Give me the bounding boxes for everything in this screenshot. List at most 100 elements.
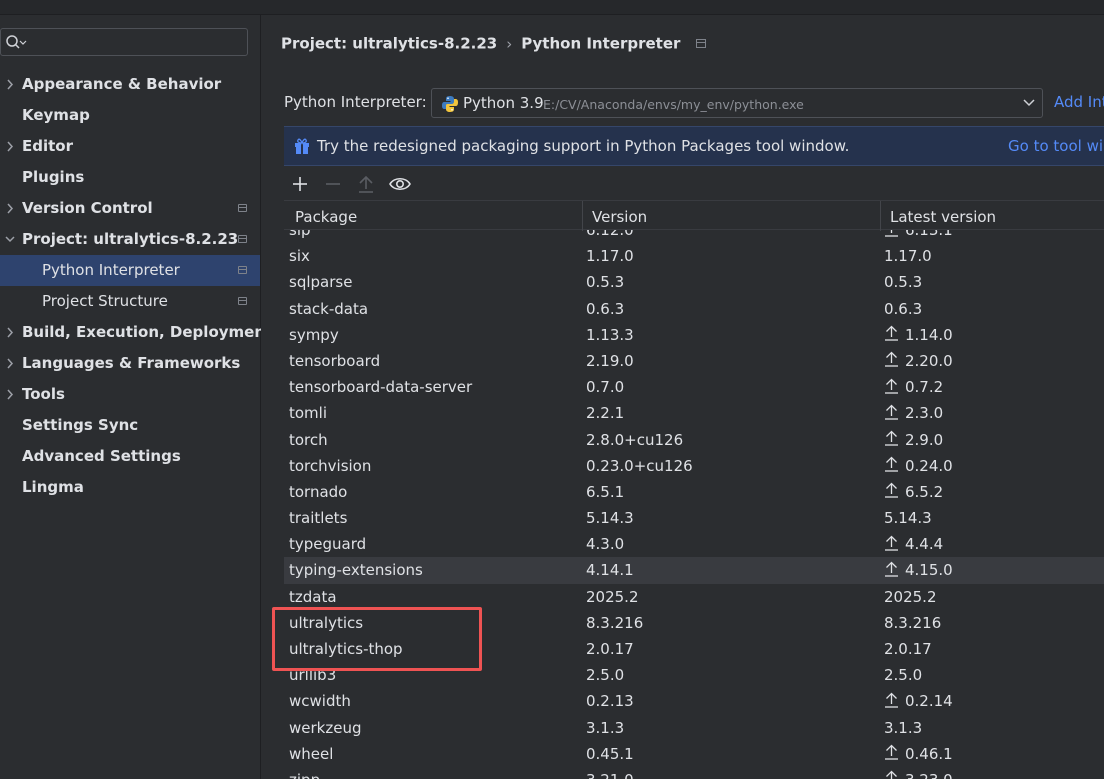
sidebar-item-label: Languages & Frameworks — [22, 354, 241, 372]
package-latest-version: 4.4.4 — [884, 531, 943, 557]
remove-package-icon[interactable] — [323, 174, 343, 194]
package-name: sympy — [289, 325, 339, 344]
sidebar-item-label: Project: ultralytics-8.2.23 — [22, 230, 239, 248]
package-version: 0.6.3 — [586, 299, 625, 318]
latest-version-text: 6.5.2 — [905, 482, 944, 501]
latest-version-text: 1.17.0 — [884, 247, 932, 266]
upgrade-package-icon[interactable] — [356, 174, 376, 194]
column-divider — [582, 201, 583, 231]
latest-version-text: 2.3.0 — [905, 404, 944, 423]
sidebar-item[interactable]: Python Interpreter — [0, 255, 260, 286]
sidebar-item-label: Version Control — [22, 199, 153, 217]
latest-version-text: 3.1.3 — [884, 718, 923, 737]
sidebar-item[interactable]: Lingma — [0, 472, 260, 503]
package-latest-version: 0.46.1 — [884, 741, 953, 767]
latest-version-text: 2.0.17 — [884, 640, 932, 658]
packages-table: Package Version Latest version sip 6.12.0… — [284, 200, 1104, 779]
column-header-latest-version[interactable]: Latest version — [890, 208, 996, 226]
column-header-version[interactable]: Version — [592, 208, 647, 226]
sidebar-item-label: Python Interpreter — [42, 261, 180, 279]
latest-version-text: 1.14.0 — [905, 325, 953, 344]
breadcrumb-project[interactable]: Project: ultralytics-8.2.23 — [281, 35, 497, 53]
sidebar-item[interactable]: Version Control — [0, 193, 260, 224]
package-name: wheel — [289, 744, 334, 763]
upgrade-available-icon — [885, 352, 898, 368]
table-row[interactable]: tensorboard-data-server 0.7.0 0.7.2 — [284, 374, 1104, 400]
sidebar-item[interactable]: Plugins — [0, 162, 260, 193]
latest-version-text: 2.20.0 — [905, 351, 953, 370]
package-name: typeguard — [289, 535, 367, 554]
package-latest-version: 2.20.0 — [884, 348, 953, 374]
table-row[interactable]: werkzeug 3.1.3 3.1.3 — [284, 715, 1104, 741]
breadcrumb-page: Python Interpreter — [521, 34, 681, 53]
sidebar-item[interactable]: Languages & Frameworks — [0, 348, 260, 379]
sidebar-item[interactable]: Tools — [0, 379, 260, 410]
latest-version-text: 4.4.4 — [905, 535, 944, 554]
table-row[interactable]: torch 2.8.0+cu126 2.9.0 — [284, 427, 1104, 453]
sidebar-item[interactable]: Keymap — [0, 100, 260, 131]
sidebar-item[interactable]: Editor — [0, 131, 260, 162]
package-version: 4.3.0 — [586, 535, 625, 554]
upgrade-available-icon — [885, 482, 898, 499]
table-row[interactable]: zipp 3.21.0 3.23.0 — [284, 767, 1104, 779]
package-latest-version: 6.5.2 — [884, 479, 943, 505]
sidebar-item[interactable]: Appearance & Behavior — [0, 69, 260, 100]
sidebar-item[interactable]: Advanced Settings — [0, 441, 260, 472]
sidebar-item[interactable]: Settings Sync — [0, 410, 260, 441]
table-row[interactable]: tensorboard 2.19.0 2.20.0 — [284, 348, 1104, 374]
package-latest-version: 0.6.3 — [884, 296, 922, 322]
show-early-releases-eye-icon[interactable] — [388, 174, 412, 194]
package-name: tomli — [289, 404, 328, 423]
upgrade-available-icon — [885, 561, 898, 577]
sidebar-item[interactable]: Build, Execution, Deployment — [0, 317, 272, 348]
table-row[interactable]: sqlparse 0.5.3 0.5.3 — [284, 269, 1104, 295]
package-version: 8.3.216 — [586, 613, 644, 632]
sidebar-item[interactable]: Project: ultralytics-8.2.23 — [0, 224, 260, 255]
table-row[interactable]: traitlets 5.14.3 5.14.3 — [284, 505, 1104, 531]
table-row[interactable]: typeguard 4.3.0 4.4.4 — [284, 531, 1104, 557]
add-interpreter-link[interactable]: Add Int — [1054, 93, 1104, 111]
project-scope-icon — [238, 297, 247, 305]
table-row[interactable]: tomli 2.2.1 2.3.0 — [284, 400, 1104, 426]
upgrade-available-icon — [885, 430, 898, 446]
interpreter-select[interactable]: Python 3.9 E:/CV/Anaconda/envs/my_env/py… — [431, 88, 1043, 118]
table-row[interactable]: typing-extensions 4.14.1 4.15.0 — [284, 557, 1104, 584]
sidebar-item-label: Settings Sync — [22, 416, 139, 434]
table-row[interactable]: stack-data 0.6.3 0.6.3 — [284, 296, 1104, 322]
latest-version-text: 8.3.216 — [884, 613, 942, 632]
table-row[interactable]: tzdata 2025.2 2025.2 — [284, 584, 1104, 610]
table-row[interactable]: tornado 6.5.1 6.5.2 — [284, 479, 1104, 505]
package-version: 4.14.1 — [586, 561, 634, 580]
search-icon — [6, 35, 27, 49]
package-latest-version: 2025.2 — [884, 584, 937, 610]
package-version: 0.23.0+cu126 — [586, 456, 693, 475]
upgrade-available-icon — [885, 325, 898, 341]
column-divider — [880, 201, 881, 231]
package-version: 2.2.1 — [586, 404, 625, 423]
latest-version-text: 0.7.2 — [905, 378, 944, 397]
package-latest-version: 0.5.3 — [884, 269, 922, 295]
upgrade-available-icon — [886, 771, 897, 779]
table-row[interactable]: wcwidth 0.2.13 0.2.14 — [284, 688, 1104, 714]
sidebar-item[interactable]: Project Structure — [0, 286, 260, 317]
table-row[interactable]: six 1.17.0 1.17.0 — [284, 243, 1104, 269]
package-latest-version: 3.1.3 — [884, 715, 922, 741]
add-package-icon[interactable] — [290, 174, 310, 194]
go-to-tool-window-link[interactable]: Go to tool wi — [1008, 137, 1103, 155]
upgrade-available-icon — [885, 535, 898, 551]
upgrade-available-icon — [885, 404, 898, 420]
table-row[interactable]: torchvision 0.23.0+cu126 0.24.0 — [284, 453, 1104, 479]
package-latest-version: 5.14.3 — [884, 505, 932, 531]
chevron-down-icon — [1023, 99, 1035, 107]
table-header: Package Version Latest version — [284, 200, 1104, 231]
package-version: 0.5.3 — [586, 273, 625, 292]
project-scope-icon — [238, 266, 247, 274]
package-name: torch — [289, 430, 328, 449]
table-row[interactable]: wheel 0.45.1 0.46.1 — [284, 741, 1104, 767]
settings-search-input[interactable] — [0, 28, 248, 56]
column-header-package[interactable]: Package — [295, 208, 357, 226]
package-version: 3.21.0 — [586, 767, 634, 779]
packaging-banner: Try the redesigned packaging support in … — [284, 126, 1104, 166]
table-row[interactable]: sympy 1.13.3 1.14.0 — [284, 322, 1104, 348]
package-version: 0.2.13 — [586, 692, 634, 711]
